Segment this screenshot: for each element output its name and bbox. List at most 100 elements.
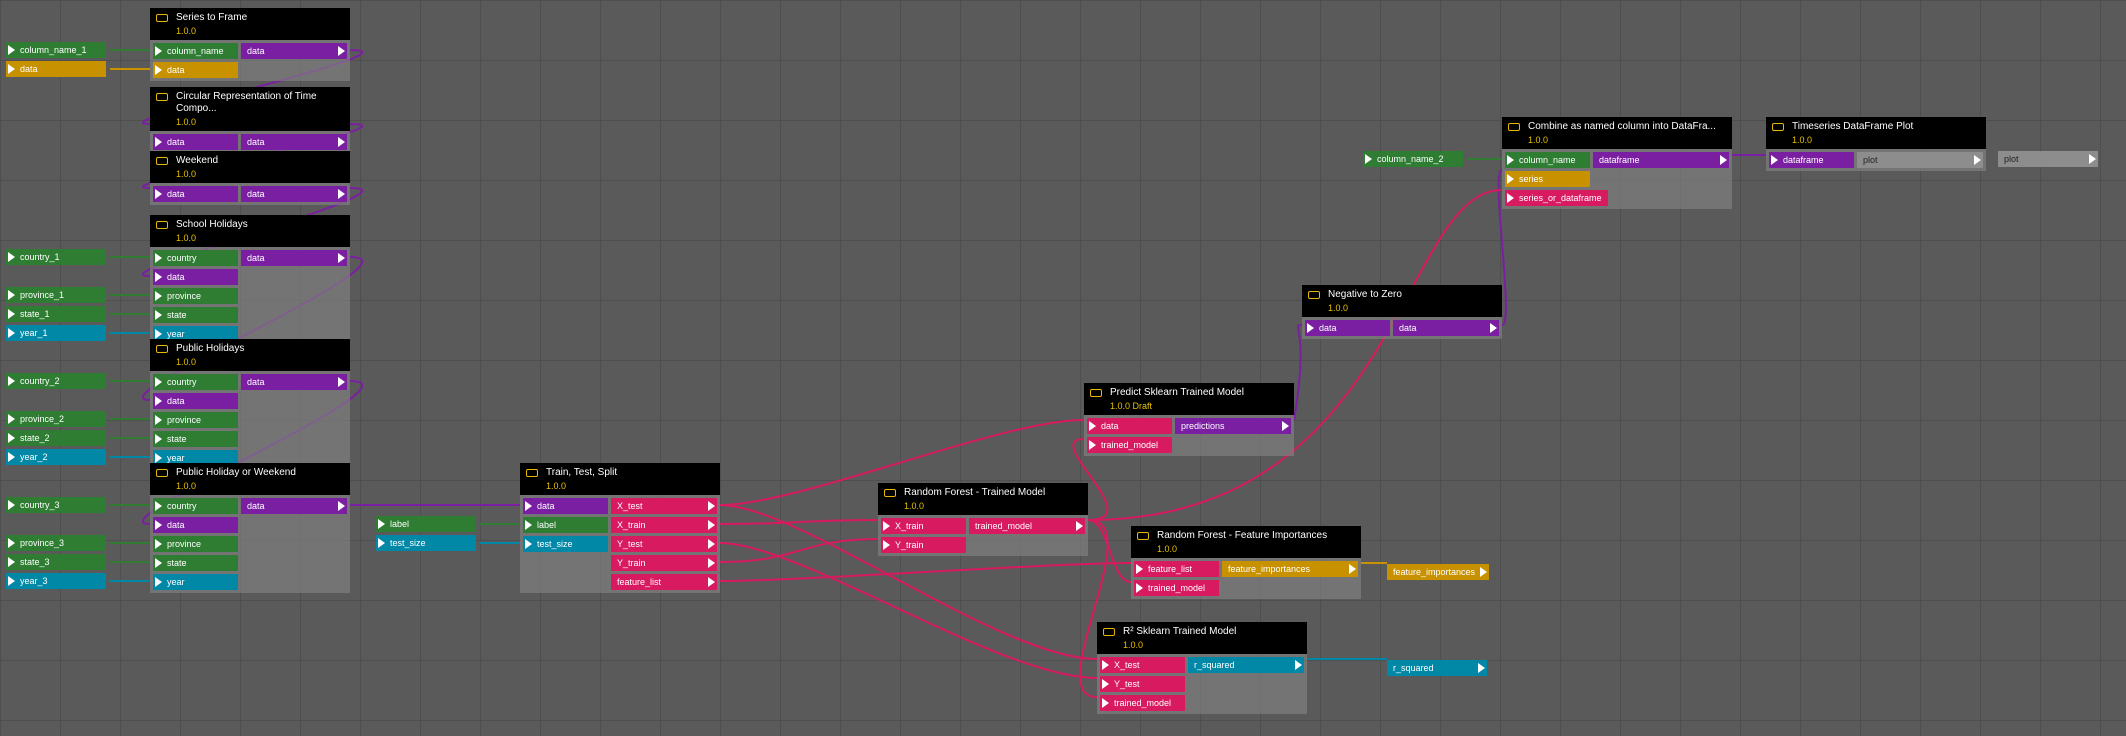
- port-X_train[interactable]: X_train: [611, 517, 717, 533]
- port-data[interactable]: data: [241, 134, 347, 150]
- port-data[interactable]: data: [523, 498, 608, 514]
- ext-port-data0[interactable]: data: [6, 61, 106, 77]
- ext-port-province_2[interactable]: province_2: [6, 411, 106, 427]
- node-school_holidays[interactable]: School Holidays1.0.0countrydatadataprovi…: [150, 215, 350, 345]
- node-neg_zero[interactable]: Negative to Zero1.0.0 datadata: [1302, 285, 1502, 339]
- ext-port-plot_out[interactable]: plot: [1998, 151, 2098, 167]
- port-country[interactable]: country: [153, 250, 238, 266]
- port-data[interactable]: data: [153, 134, 238, 150]
- node-canvas[interactable]: Series to Frame1.0.0column_namedatadata C…: [0, 0, 2126, 736]
- ext-port-country_3[interactable]: country_3: [6, 497, 106, 513]
- port-data[interactable]: data: [153, 393, 238, 409]
- port-Y_test[interactable]: Y_test: [1100, 676, 1185, 692]
- ext-port-state_3[interactable]: state_3: [6, 554, 106, 570]
- port-data[interactable]: data: [1087, 418, 1172, 434]
- port-series[interactable]: series: [1505, 171, 1590, 187]
- port-trained_model[interactable]: trained_model: [969, 518, 1085, 534]
- node-header[interactable]: Public Holidays1.0.0: [150, 339, 350, 371]
- port-X_test[interactable]: X_test: [611, 498, 717, 514]
- port-data[interactable]: data: [153, 517, 238, 533]
- port-Y_test[interactable]: Y_test: [611, 536, 717, 552]
- port-Y_train[interactable]: Y_train: [611, 555, 717, 571]
- ext-port-year_1[interactable]: year_1: [6, 325, 106, 341]
- port-trained_model[interactable]: trained_model: [1134, 580, 1219, 596]
- node-header[interactable]: Timeseries DataFrame Plot1.0.0: [1766, 117, 1986, 149]
- port-data[interactable]: data: [241, 498, 347, 514]
- port-state[interactable]: state: [153, 431, 238, 447]
- node-header[interactable]: Public Holiday or Weekend1.0.0: [150, 463, 350, 495]
- node-public_holidays[interactable]: Public Holidays1.0.0countrydatadataprovi…: [150, 339, 350, 469]
- node-header[interactable]: Random Forest - Trained Model1.0.0: [878, 483, 1088, 515]
- ext-port-column_name_2[interactable]: column_name_2: [1363, 151, 1463, 167]
- node-tts[interactable]: Train, Test, Split1.0.0 dataX_testlabelX_…: [520, 463, 720, 593]
- port-data[interactable]: data: [1305, 320, 1390, 336]
- node-combine[interactable]: Combine as named column into DataFra...1…: [1502, 117, 1732, 209]
- port-feature_list[interactable]: feature_list: [1134, 561, 1219, 577]
- port-state[interactable]: state: [153, 307, 238, 323]
- node-weekend[interactable]: Weekend1.0.0 datadata: [150, 151, 350, 205]
- ext-port-fi_out[interactable]: feature_importances: [1387, 564, 1489, 580]
- port-province[interactable]: province: [153, 536, 238, 552]
- ext-port-country_2[interactable]: country_2: [6, 373, 106, 389]
- node-series_to_frame[interactable]: Series to Frame1.0.0column_namedatadata: [150, 8, 350, 81]
- port-data[interactable]: data: [241, 250, 347, 266]
- port-X_test[interactable]: X_test: [1100, 657, 1185, 673]
- port-data[interactable]: data: [153, 62, 238, 78]
- node-r2[interactable]: R² Sklearn Trained Model1.0.0 X_testr_squ…: [1097, 622, 1307, 714]
- node-header[interactable]: R² Sklearn Trained Model1.0.0: [1097, 622, 1307, 654]
- port-data[interactable]: data: [153, 269, 238, 285]
- port-r_squared[interactable]: r_squared: [1188, 657, 1304, 673]
- port-province[interactable]: province: [153, 412, 238, 428]
- ext-port-state_2[interactable]: state_2: [6, 430, 106, 446]
- port-dataframe[interactable]: dataframe: [1769, 152, 1854, 168]
- port-feature_list[interactable]: feature_list: [611, 574, 717, 590]
- ext-port-column_name_1[interactable]: column_name_1: [6, 42, 106, 58]
- port-data[interactable]: data: [241, 374, 347, 390]
- port-state[interactable]: state: [153, 555, 238, 571]
- node-header[interactable]: School Holidays1.0.0: [150, 215, 350, 247]
- port-column_name[interactable]: column_name: [1505, 152, 1590, 168]
- node-predict[interactable]: Predict Sklearn Trained Model1.0.0 Draft…: [1084, 383, 1294, 456]
- node-header[interactable]: Circular Representation of Time Compo...…: [150, 87, 350, 131]
- ext-port-label_in[interactable]: label: [376, 516, 476, 532]
- node-rf_fi[interactable]: Random Forest - Feature Importances1.0.0…: [1131, 526, 1361, 599]
- node-ts_plot[interactable]: Timeseries DataFrame Plot1.0.0 dataframep…: [1766, 117, 1986, 171]
- ext-port-year_3[interactable]: year_3: [6, 573, 106, 589]
- ext-port-year_2[interactable]: year_2: [6, 449, 106, 465]
- ext-port-country_1[interactable]: country_1: [6, 249, 106, 265]
- node-ph_weekend[interactable]: Public Holiday or Weekend1.0.0countrydat…: [150, 463, 350, 593]
- port-year[interactable]: year: [153, 574, 238, 590]
- port-predictions[interactable]: predictions: [1175, 418, 1291, 434]
- port-series_or_dataframe[interactable]: series_or_dataframe: [1505, 190, 1608, 206]
- port-data[interactable]: data: [1393, 320, 1499, 336]
- node-header[interactable]: Weekend1.0.0: [150, 151, 350, 183]
- port-data[interactable]: data: [153, 186, 238, 202]
- port-dataframe[interactable]: dataframe: [1593, 152, 1729, 168]
- port-X_train[interactable]: X_train: [881, 518, 966, 534]
- node-header[interactable]: Random Forest - Feature Importances1.0.0: [1131, 526, 1361, 558]
- port-trained_model[interactable]: trained_model: [1100, 695, 1185, 711]
- port-data[interactable]: data: [241, 43, 347, 59]
- port-trained_model[interactable]: trained_model: [1087, 437, 1172, 453]
- node-header[interactable]: Negative to Zero1.0.0: [1302, 285, 1502, 317]
- ext-port-province_1[interactable]: province_1: [6, 287, 106, 303]
- ext-port-r2_out[interactable]: r_squared: [1387, 660, 1487, 676]
- node-rf_trained[interactable]: Random Forest - Trained Model1.0.0 X_trai…: [878, 483, 1088, 556]
- ext-port-province_3[interactable]: province_3: [6, 535, 106, 551]
- port-country[interactable]: country: [153, 498, 238, 514]
- ext-port-test_size_in[interactable]: test_size: [376, 535, 476, 551]
- port-test_size[interactable]: test_size: [523, 536, 608, 552]
- port-feature_importances[interactable]: feature_importances: [1222, 561, 1358, 577]
- port-country[interactable]: country: [153, 374, 238, 390]
- ext-port-state_1[interactable]: state_1: [6, 306, 106, 322]
- port-column_name[interactable]: column_name: [153, 43, 238, 59]
- node-header[interactable]: Predict Sklearn Trained Model1.0.0 Draft: [1084, 383, 1294, 415]
- port-plot[interactable]: plot: [1857, 152, 1983, 168]
- port-data[interactable]: data: [241, 186, 347, 202]
- node-header[interactable]: Train, Test, Split1.0.0: [520, 463, 720, 495]
- node-circ_rep[interactable]: Circular Representation of Time Compo...…: [150, 87, 350, 153]
- port-Y_train[interactable]: Y_train: [881, 537, 966, 553]
- node-header[interactable]: Combine as named column into DataFra...1…: [1502, 117, 1732, 149]
- port-province[interactable]: province: [153, 288, 238, 304]
- port-label[interactable]: label: [523, 517, 608, 533]
